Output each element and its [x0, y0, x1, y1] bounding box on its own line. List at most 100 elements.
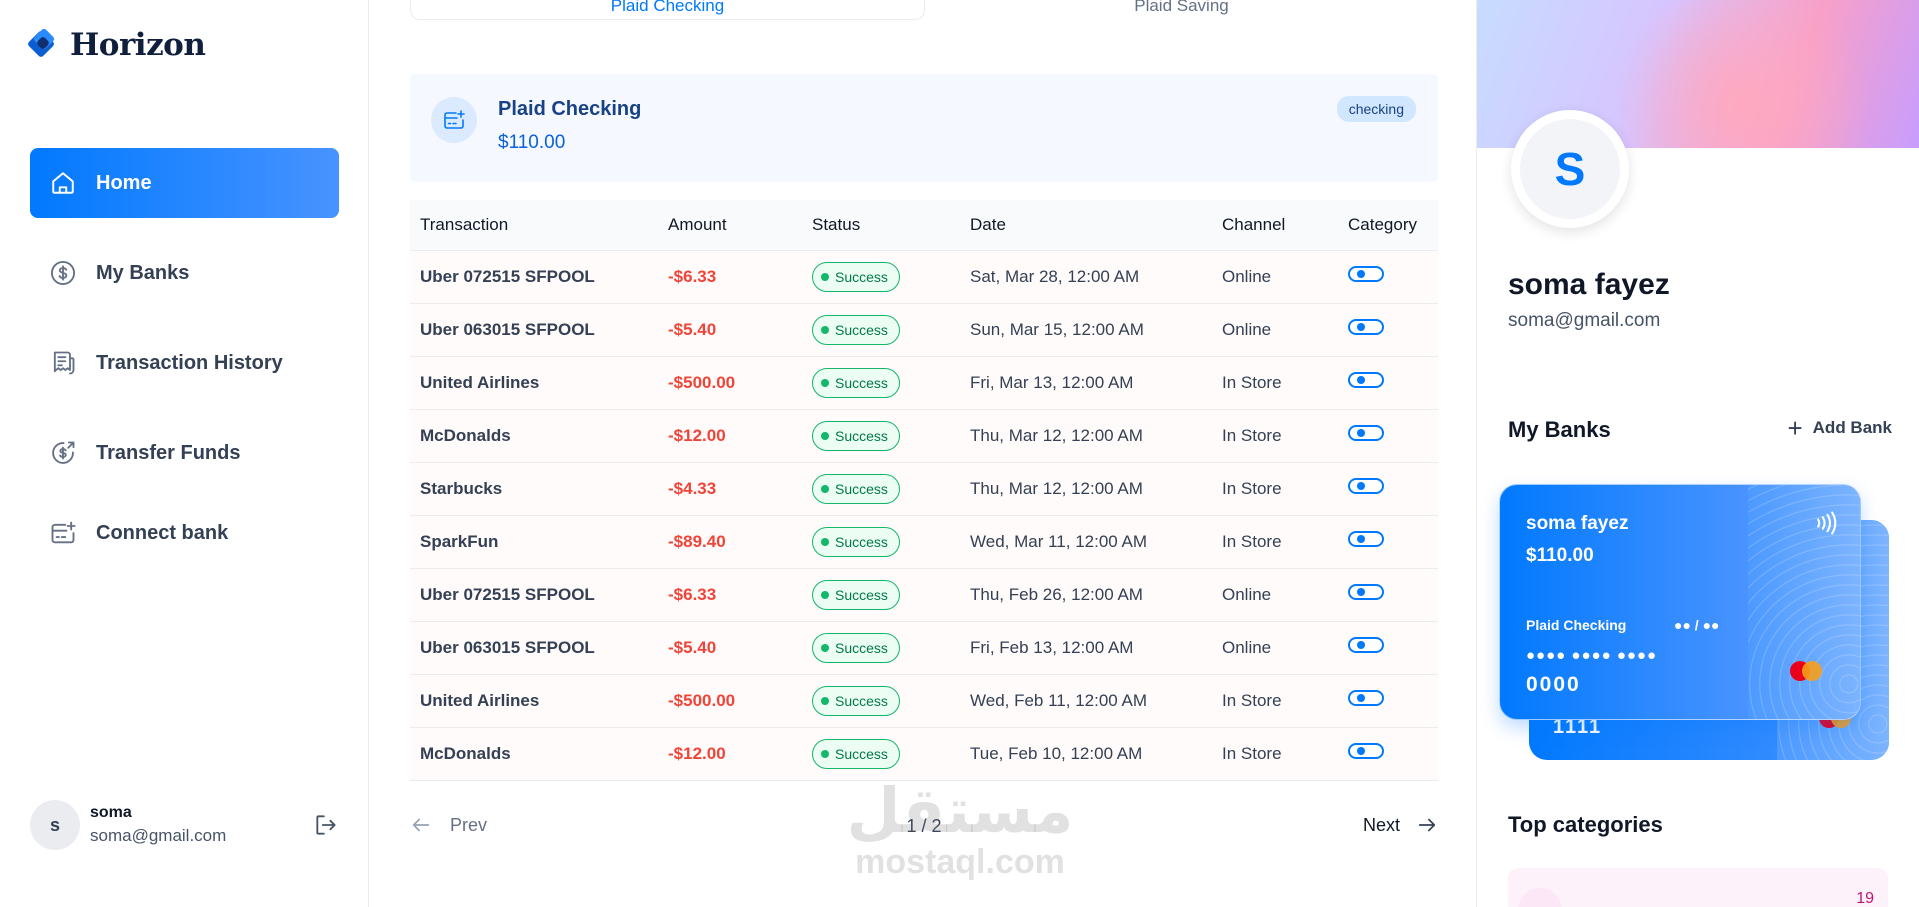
transaction-date: Sun, Mar 15, 12:00 AM: [960, 303, 1212, 357]
status-badge: Success: [812, 685, 900, 716]
transaction-amount: -$6.33: [658, 568, 802, 622]
table-row[interactable]: SparkFun -$89.40 Success Wed, Mar 11, 12:00…: [410, 515, 1438, 569]
profile-initial: S: [1520, 119, 1620, 219]
status-badge: Success: [812, 473, 900, 504]
account-type-badge: checking: [1336, 96, 1416, 122]
transactions-table: Transaction Amount Status Date Channel C…: [410, 200, 1438, 781]
transaction-amount: -$5.40: [658, 303, 802, 357]
column-header: Status: [802, 200, 960, 251]
status-badge: Success: [812, 738, 900, 769]
transaction-date: Thu, Feb 26, 12:00 AM: [960, 568, 1212, 622]
category-toggle-icon[interactable]: [1348, 319, 1384, 335]
transaction-date: Fri, Mar 13, 12:00 AM: [960, 356, 1212, 410]
category-toggle-icon[interactable]: [1348, 266, 1384, 282]
transaction-channel: Online: [1212, 303, 1338, 357]
status-badge: Success: [812, 420, 900, 451]
card-last4: 0000: [1526, 673, 1581, 696]
mastercard-icon: [1790, 659, 1830, 683]
category-cell: [1338, 568, 1438, 622]
table-row[interactable]: United Airlines -$500.00 Success Wed, Feb 1…: [410, 674, 1438, 728]
table-header-row: Transaction Amount Status Date Channel C…: [410, 200, 1438, 251]
main-content: Plaid Checking Plaid Saving Plaid Checki…: [370, 0, 1476, 907]
category-toggle-icon[interactable]: [1348, 637, 1384, 653]
nav-item-label: My Banks: [96, 261, 190, 284]
nav-item-my-banks[interactable]: My Banks: [30, 238, 339, 308]
category-toggle-icon[interactable]: [1348, 584, 1384, 600]
status-cell: Success: [802, 621, 960, 675]
status-label: Success: [835, 480, 888, 497]
column-header: Date: [960, 200, 1212, 251]
add-bank-button[interactable]: + Add Bank: [1787, 415, 1892, 441]
dollar-circle-icon: [48, 258, 78, 288]
sidebar: Horizon Home My Banks Transaction Histor…: [0, 0, 369, 907]
logo[interactable]: Horizon: [26, 27, 206, 63]
next-button[interactable]: Next: [1363, 814, 1438, 836]
category-cell: [1338, 409, 1438, 463]
nav-item-transaction-history[interactable]: Transaction History: [30, 328, 339, 398]
logout-icon[interactable]: [313, 812, 339, 838]
category-toggle-icon[interactable]: [1348, 478, 1384, 494]
status-badge: Success: [812, 261, 900, 292]
account-summary-card: Plaid Checking $110.00 checking: [410, 74, 1438, 182]
status-label: Success: [835, 374, 888, 391]
nav-item-home[interactable]: Home: [30, 148, 339, 218]
category-toggle-icon[interactable]: [1348, 690, 1384, 706]
transaction-name: McDonalds: [410, 409, 658, 463]
status-label: Success: [835, 692, 888, 709]
nav-item-connect-bank[interactable]: Connect bank: [30, 498, 339, 568]
status-dot-icon: [821, 325, 829, 334]
category-toggle-icon[interactable]: [1348, 743, 1384, 759]
transaction-channel: Online: [1212, 621, 1338, 675]
category-cell: [1338, 674, 1438, 728]
transaction-amount: -$500.00: [658, 356, 802, 410]
transaction-name: Uber 063015 SFPOOL: [410, 303, 658, 357]
transaction-name: United Airlines: [410, 674, 658, 728]
transaction-date: Thu, Mar 12, 12:00 AM: [960, 462, 1212, 516]
transaction-amount: -$500.00: [658, 674, 802, 728]
transaction-date: Fri, Feb 13, 12:00 AM: [960, 621, 1212, 675]
table-row[interactable]: McDonalds -$12.00 Success Thu, Mar 12, 12:0…: [410, 409, 1438, 463]
logo-text: Horizon: [70, 27, 206, 63]
status-dot-icon: [821, 272, 829, 281]
horizon-logo-icon: [26, 27, 60, 60]
avatar: s: [30, 800, 80, 850]
status-cell: Success: [802, 356, 960, 410]
table-row[interactable]: Uber 063015 SFPOOL -$5.40 Success Sun, Mar …: [410, 303, 1438, 357]
contactless-icon: [1810, 509, 1838, 542]
transaction-name: Uber 072515 SFPOOL: [410, 250, 658, 304]
home-icon: [48, 168, 78, 198]
sidebar-user: s soma soma@gmail.com: [30, 800, 339, 850]
card-number-mask: ●●●● ●●●● ●●●●: [1526, 647, 1658, 664]
card-expiry: ●● / ●●: [1674, 617, 1720, 633]
user-email: soma@gmail.com: [90, 826, 227, 845]
table-row[interactable]: Uber 072515 SFPOOL -$6.33 Success Thu, Feb …: [410, 568, 1438, 622]
category-toggle-icon[interactable]: [1348, 531, 1384, 547]
transaction-amount: -$12.00: [658, 409, 802, 463]
category-toggle-icon[interactable]: [1348, 372, 1384, 388]
status-label: Success: [835, 533, 888, 550]
bank-card[interactable]: soma fayez $110.00 Plaid Checking ●● / ●…: [1499, 484, 1861, 720]
nav-item-transfer-funds[interactable]: Transfer Funds: [30, 418, 339, 488]
tab-plaid-saving[interactable]: Plaid Saving: [925, 0, 1438, 20]
profile-avatar: S: [1511, 110, 1629, 228]
table-row[interactable]: Uber 072515 SFPOOL -$6.33 Success Sat, Mar …: [410, 250, 1438, 304]
table-row[interactable]: Starbucks -$4.33 Success Thu, Mar 12, 12:00…: [410, 462, 1438, 516]
status-dot-icon: [821, 643, 829, 652]
tab-plaid-checking[interactable]: Plaid Checking: [410, 0, 925, 20]
transaction-amount: -$12.00: [658, 727, 802, 781]
receipt-icon: [48, 348, 78, 378]
transaction-name: McDonalds: [410, 727, 658, 781]
status-dot-icon: [821, 696, 829, 705]
status-label: Success: [835, 745, 888, 762]
category-cell: [1338, 515, 1438, 569]
category-toggle-icon[interactable]: [1348, 425, 1384, 441]
category-cell: [1338, 250, 1438, 304]
nav-item-label: Transfer Funds: [96, 441, 241, 464]
column-header: Transaction: [410, 200, 658, 251]
table-row[interactable]: McDonalds -$12.00 Success Tue, Feb 10, 12:0…: [410, 727, 1438, 781]
account-name: Plaid Checking: [498, 98, 642, 120]
table-row[interactable]: United Airlines -$500.00 Success Fri, Mar 1…: [410, 356, 1438, 410]
table-row[interactable]: Uber 063015 SFPOOL -$5.40 Success Fri, Feb …: [410, 621, 1438, 675]
status-dot-icon: [821, 590, 829, 599]
transaction-date: Sat, Mar 28, 12:00 AM: [960, 250, 1212, 304]
